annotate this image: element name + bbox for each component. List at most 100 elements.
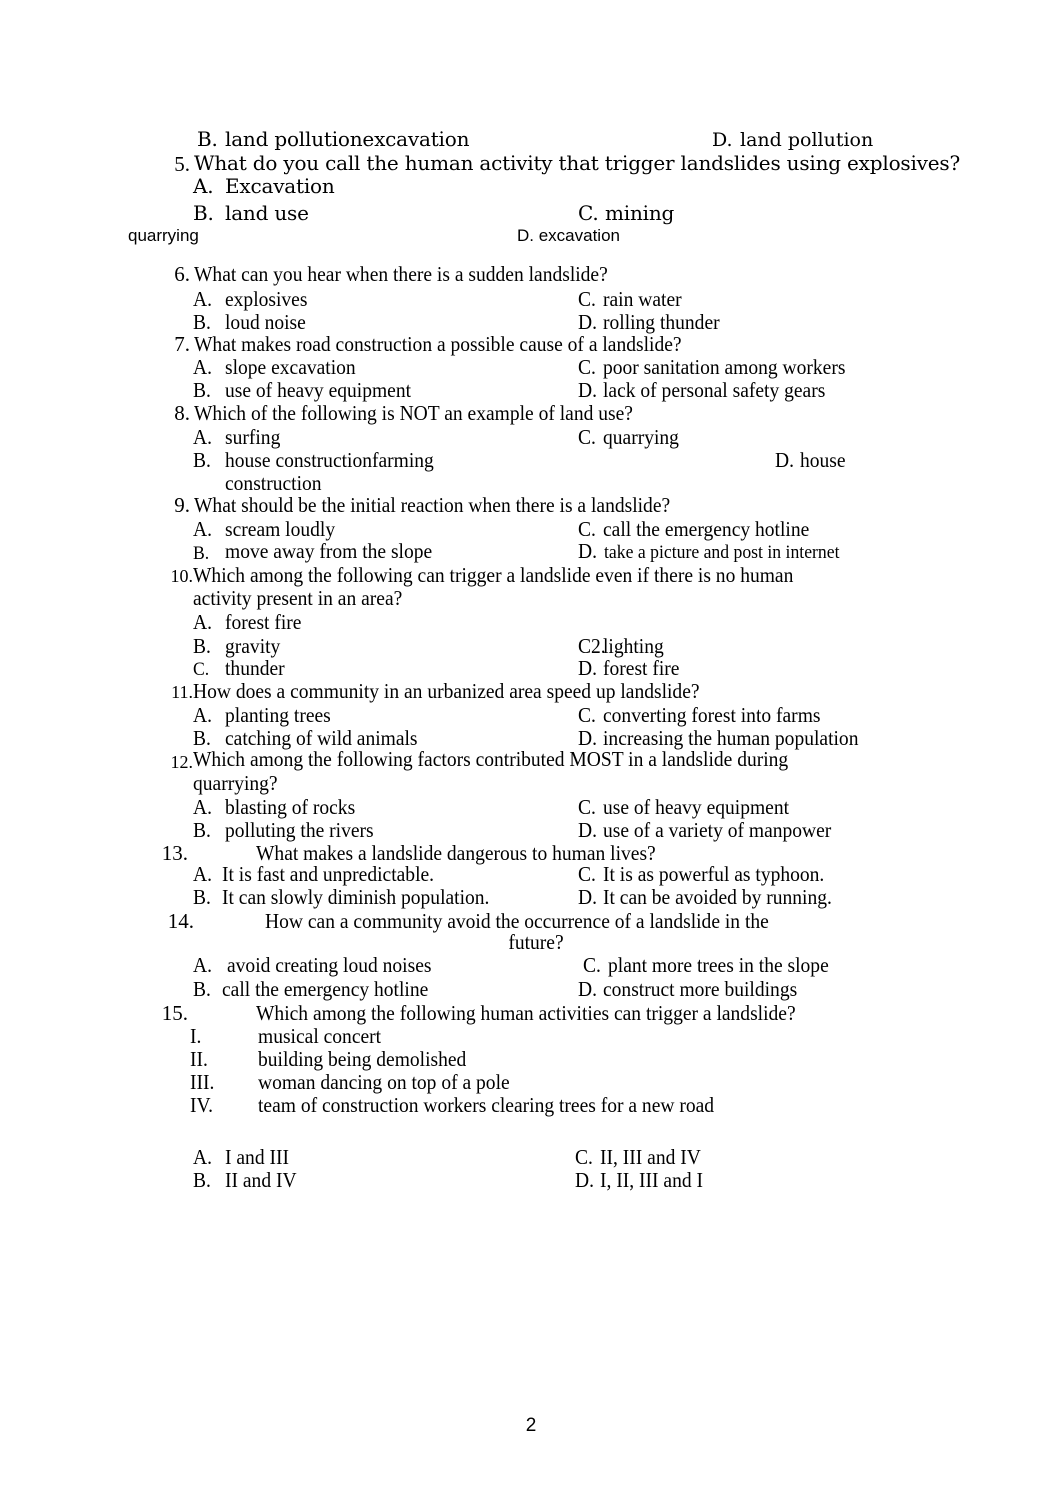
- q5-option-c-label: C.: [578, 201, 599, 225]
- q11-option-c-text: converting forest into farms: [603, 703, 821, 727]
- q13-option-d-text: It can be avoided by running.: [603, 885, 832, 909]
- q14-option-d-text: construct more buildings: [603, 977, 798, 1001]
- q7-option-d-label: D.: [578, 378, 597, 402]
- q11-option-a-label: A.: [193, 703, 212, 727]
- q5-option-a-text: Excavation: [225, 174, 335, 198]
- question-14-number: 14.: [167, 909, 194, 933]
- q10-option-a-label: A.: [193, 610, 212, 634]
- q8-option-b-label: B.: [193, 448, 211, 472]
- q8-option-a-label: A.: [193, 425, 212, 449]
- q10-option-a-text: forest fire: [225, 610, 302, 634]
- q15-roman-i-text: musical concert: [258, 1024, 382, 1048]
- q10-option-d-text: forest fire: [603, 656, 680, 680]
- q15-option-d-text: I, II, III and I: [600, 1168, 704, 1192]
- q7-option-c-label: C.: [578, 355, 596, 379]
- question-8-number: 8.: [174, 401, 190, 425]
- q8-option-d-label: D.: [775, 448, 794, 472]
- q13-option-a-label: A.: [193, 862, 212, 886]
- q15-option-c-text: II, III and IV: [600, 1145, 701, 1169]
- q7-option-b-label: B.: [193, 378, 211, 402]
- q8-option-d-text: house: [800, 448, 846, 472]
- q15-roman-ii-label: II.: [190, 1047, 208, 1071]
- q6-option-a-label: A.: [193, 287, 212, 311]
- q6-option-a-text: explosives: [225, 287, 308, 311]
- q10-option-b-label: B.: [193, 634, 211, 658]
- q9-option-b-text: move away from the slope: [225, 539, 433, 563]
- q13-option-a-text: It is fast and unpredictable.: [222, 862, 435, 886]
- q15-option-b-label: B.: [193, 1168, 211, 1192]
- question-5-number: 5.: [174, 152, 190, 176]
- q15-roman-iv-label: IV.: [190, 1093, 213, 1117]
- q12-option-c-text: use of heavy equipment: [603, 795, 790, 819]
- q13-option-c-label: C.: [578, 862, 596, 886]
- q9-option-d-text: take a picture and post in internet: [604, 542, 840, 563]
- question-7-text: What makes road construction a possible …: [194, 332, 682, 356]
- q13-option-b-text: It can slowly diminish population.: [222, 885, 490, 909]
- q7-option-b-text: use of heavy equipment: [225, 378, 412, 402]
- q5-option-c-text: mining: [605, 201, 675, 225]
- q14-option-c-text: plant more trees in the slope: [608, 953, 829, 977]
- q10-option-d-label: D.: [578, 656, 597, 680]
- question-10-text-line2: activity present in an area?: [193, 586, 403, 610]
- q15-option-c-label: C.: [575, 1145, 593, 1169]
- page-number: 2: [525, 1415, 537, 1436]
- q14-option-c-label: C.: [583, 953, 601, 977]
- q5-option-b-text: land use: [225, 201, 309, 225]
- q12-option-a-text: blasting of rocks: [225, 795, 356, 819]
- q12-option-d-text: use of a variety of manpower: [603, 818, 832, 842]
- q15-option-d-label: D.: [575, 1168, 594, 1192]
- q13-option-d-label: D.: [578, 885, 597, 909]
- q15-roman-iv-text: team of construction workers clearing tr…: [258, 1093, 715, 1117]
- q8-option-b-text: house constructionfarming: [225, 448, 434, 472]
- q7-option-a-text: slope excavation: [225, 355, 356, 379]
- question-9-text: What should be the initial reaction when…: [194, 493, 671, 517]
- question-14-text-line2: future?: [508, 930, 564, 954]
- question-10-text-line1: Which among the following can trigger a …: [193, 563, 794, 587]
- question-6-number: 6.: [174, 262, 190, 286]
- question-5-text: What do you call the human activity that…: [194, 151, 960, 175]
- q14-option-a-text: avoid creating loud noises: [227, 953, 432, 977]
- q9-option-c-text: call the emergency hotline: [603, 517, 810, 541]
- carryover-option-d-text: land pollution: [740, 129, 874, 151]
- q15-option-a-text: I and III: [225, 1145, 289, 1169]
- q9-option-b-label: B.: [193, 543, 210, 564]
- q14-option-a-label: A.: [193, 953, 212, 977]
- q7-option-d-text: lack of personal safety gears: [603, 378, 826, 402]
- question-10-number: 10.: [170, 566, 194, 586]
- q12-option-a-label: A.: [193, 795, 212, 819]
- question-6-text: What can you hear when there is a sudden…: [194, 262, 608, 286]
- question-11-text: How does a community in an urbanized are…: [193, 679, 700, 703]
- stray-text-quarrying: quarrying: [128, 226, 199, 245]
- q11-option-c-label: C.: [578, 703, 596, 727]
- stray-text-excavation: D. excavation: [517, 226, 620, 245]
- q7-option-a-label: A.: [193, 355, 212, 379]
- q14-option-b-label: B.: [193, 977, 211, 1001]
- q15-roman-iii-label: III.: [190, 1070, 215, 1094]
- q8-option-c-label: C.: [578, 425, 596, 449]
- question-13-number: 13.: [161, 841, 188, 865]
- q15-option-a-label: A.: [193, 1145, 212, 1169]
- carryover-option-d-label: D.: [712, 129, 733, 151]
- question-9-number: 9.: [174, 493, 190, 517]
- q5-option-a-label: A.: [193, 174, 214, 198]
- carryover-option-b-label: B.: [197, 127, 218, 151]
- carryover-option-b-text: land pollutionexcavation: [225, 127, 470, 151]
- q14-option-b-text: call the emergency hotline: [222, 977, 429, 1001]
- q6-option-c-label: C.: [578, 287, 596, 311]
- question-15-number: 15.: [161, 1001, 188, 1025]
- q5-option-b-label: B.: [193, 201, 214, 225]
- q7-option-c-text: poor sanitation among workers: [603, 355, 846, 379]
- q15-roman-iii-text: woman dancing on top of a pole: [258, 1070, 510, 1094]
- q6-option-c-text: rain water: [603, 287, 682, 311]
- q12-option-b-label: B.: [193, 818, 211, 842]
- q14-option-d-label: D.: [578, 977, 597, 1001]
- q10-option-c-text: thunder: [225, 656, 285, 680]
- q15-option-b-text: II and IV: [225, 1168, 297, 1192]
- question-12-text-line1: Which among the following factors contri…: [193, 747, 789, 771]
- q8-option-a-text: surfing: [225, 425, 281, 449]
- q11-option-a-text: planting trees: [225, 703, 331, 727]
- q10-option-c-label: C.: [193, 659, 210, 680]
- question-12-text-line2: quarrying?: [193, 771, 278, 795]
- q9-option-d-label: D.: [578, 539, 597, 563]
- question-7-number: 7.: [174, 332, 190, 356]
